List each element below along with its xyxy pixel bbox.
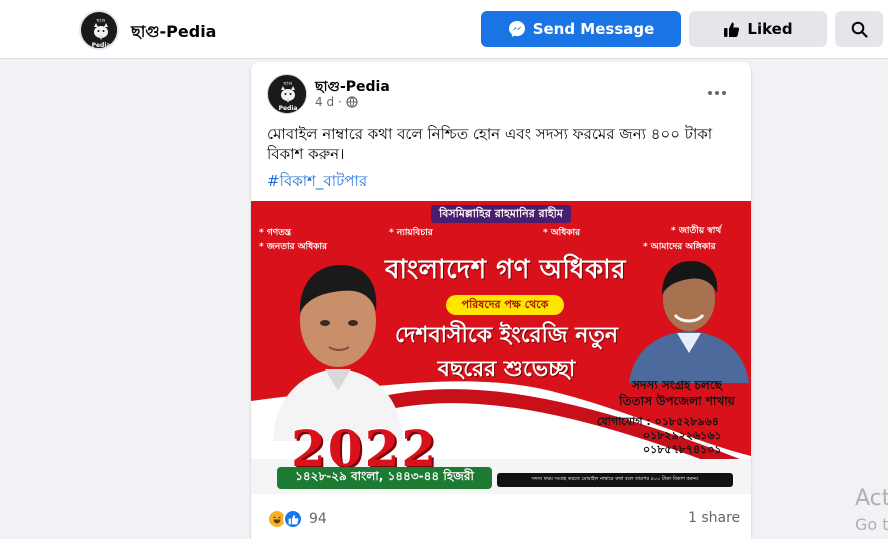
banner-tag: * অধিকার (543, 228, 581, 238)
banner-contact: যোগাযোগ : ০১৮৫২৮৯৬৪ ০১৮২৯২২৬১৬১ ০১৮৫৭৮৭৪… (597, 415, 747, 457)
banner-contact-line: ০১৮৫৭৮৭৪১০১ (643, 443, 722, 456)
page-logo[interactable]: ছাগু Pedia (79, 10, 119, 50)
liked-button[interactable]: Liked (689, 11, 827, 47)
send-message-label: Send Message (532, 20, 655, 38)
banner-member-line: সদস্য সংগ্রহ চলছে (632, 378, 722, 392)
banner-greeting-line: দেশবাসীকে ইংরেজি নতুন (394, 323, 619, 348)
post-time[interactable]: 4 d · (315, 95, 342, 109)
send-message-button[interactable]: Send Message (481, 11, 681, 47)
banner-tag: * জাতীয় স্বার্থ (671, 226, 722, 236)
banner-tag: * ন্যায়বিচার (389, 228, 433, 238)
logo-bottom-text: Pedia (279, 105, 298, 112)
goat-logo-icon: ছাগু Pedia (269, 76, 306, 113)
banner-title: বাংলাদেশ গণ অধিকার (384, 255, 627, 285)
banner-tag: * গণতন্ত্র (259, 228, 292, 238)
share-count[interactable]: 1 share (688, 510, 740, 526)
post-meta: 4 d · (315, 95, 358, 109)
banner-greeting-line: বছরের শুভেচ্ছা (437, 357, 576, 382)
banner-subtitle: পরিষদের পক্ষ থেকে (446, 295, 564, 315)
banner-greeting: দেশবাসীকে ইংরেজি নতুন বছরের শুভেচ্ছা (369, 319, 644, 387)
banner-contact-line: ০১৮২৯২২৬১৬১ (643, 429, 722, 442)
post-body-text: মোবাইল নাম্বারে কথা বলে নিশ্চিত হোন এবং … (267, 125, 713, 163)
search-button[interactable] (835, 11, 883, 47)
logo-bottom-text: Pedia (92, 42, 111, 49)
logo-top-text: ছাগু (96, 18, 106, 24)
liked-label: Liked (747, 20, 793, 38)
post-card: ছাগু Pedia ছাগু-Pedia 4 d · মোবাইল নাম্ব… (251, 62, 751, 539)
thumbs-up-icon (724, 22, 740, 37)
like-reaction-icon (283, 509, 303, 529)
reactions-summary[interactable]: 94 (267, 509, 327, 529)
post-options-button[interactable] (702, 78, 732, 108)
banner-contact-line: যোগাযোগ : ০১৮৫২৮৯৬৪ (597, 415, 719, 428)
watermark-line: Go t (855, 515, 888, 534)
reaction-count[interactable]: 94 (309, 511, 327, 527)
page-title[interactable]: ছাগু-Pedia (131, 19, 216, 46)
banner-tag: * জনতার অধিকার (259, 242, 327, 252)
banner-tag: * আমাদের অঙ্গিকার (643, 242, 716, 252)
member-photo (629, 261, 749, 383)
banner-top-label: বিসমিল্লাহির রাহমানির রাহীম (431, 205, 571, 223)
goat-logo-icon: ছাগু Pedia (82, 13, 117, 49)
banner-member-line: তিতাস উপজেলা শাখায় (619, 394, 735, 408)
banner-member-info: সদস্য সংগ্রহ চলছে তিতাস উপজেলা শাখায় (607, 377, 747, 409)
search-icon (851, 21, 868, 38)
activate-windows-watermark: Act Go t (855, 486, 888, 538)
watermark-line: Act (855, 486, 888, 511)
more-dots-icon (708, 91, 712, 95)
post-author-avatar[interactable]: ছাগু Pedia (267, 74, 307, 114)
banner-date: ১৪২৮-২৯ বাংলা, ১৪৪৩-৪৪ হিজরী (277, 467, 492, 489)
page-header: ছাগু Pedia ছাগু-Pedia Send Message Liked (0, 0, 888, 59)
post-image[interactable]: বিসমিল্লাহির রাহমানির রাহীম * গণতন্ত্র *… (251, 201, 751, 494)
messenger-icon (508, 21, 525, 37)
globe-icon (346, 96, 358, 108)
logo-top-text: ছাগু (283, 81, 293, 87)
post-hashtag-link[interactable]: #বিকাশ_বাটপার (267, 170, 367, 195)
banner-note: সদস্য ফরম সংগ্রহ করতে মোবাইল নাম্বারে কথ… (497, 473, 733, 487)
